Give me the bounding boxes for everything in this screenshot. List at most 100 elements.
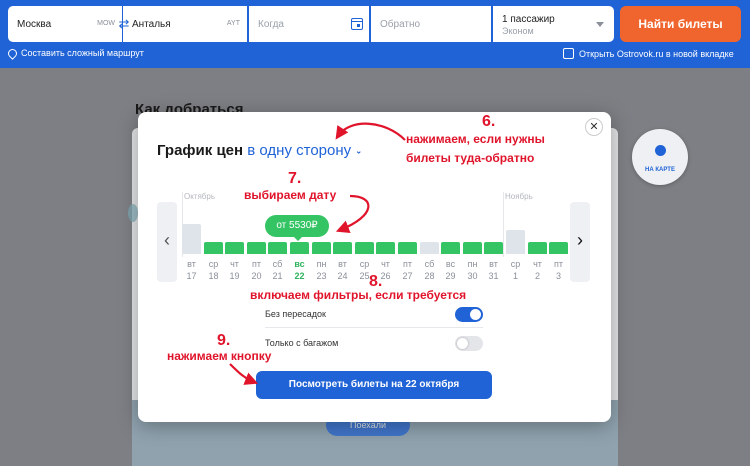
direction-toggle[interactable]: в одну сторону — [247, 142, 351, 159]
price-bar-26[interactable] — [376, 242, 395, 254]
filter-direct-label: Без пересадок — [265, 309, 326, 319]
globe-icon — [654, 145, 666, 156]
price-bar-31[interactable] — [484, 242, 503, 254]
day-of-week-label: вт — [338, 259, 347, 269]
day-of-month-label[interactable]: 22 — [290, 271, 309, 281]
price-bar-25[interactable] — [355, 242, 374, 254]
price-bar-30[interactable] — [463, 242, 482, 254]
day-of-week-label: пт — [252, 259, 261, 269]
search-bar: Москва MOW ⇄ Анталья AYT Когда Обратно 1… — [0, 0, 750, 68]
departure-date-placeholder: Когда — [258, 19, 284, 30]
class-value: Эконом — [502, 26, 534, 36]
passengers-select[interactable]: 1 пассажир Эконом — [493, 6, 614, 42]
complex-route-link[interactable]: Составить сложный маршрут — [6, 46, 144, 60]
price-bubble: от 5530₽ — [265, 215, 329, 241]
price-bar-1[interactable] — [506, 230, 525, 254]
toggle-knob — [470, 309, 481, 320]
annotation-7-number: 7. — [288, 170, 302, 187]
filter-baggage-toggle[interactable] — [455, 336, 483, 351]
from-value: Москва — [17, 19, 52, 30]
return-date-field[interactable]: Обратно — [371, 6, 491, 42]
day-of-month-label[interactable]: 19 — [225, 271, 244, 281]
annotation-6-text: нажимаем, если нужны билеты туда-обратно — [406, 132, 545, 165]
day-of-week-label: пн — [467, 259, 478, 269]
day-of-month-label[interactable]: 28 — [420, 271, 439, 281]
direction-chevron-icon[interactable]: ⌄ — [355, 147, 362, 156]
close-icon[interactable]: ✕ — [585, 118, 603, 136]
price-bar-28[interactable] — [420, 242, 439, 254]
day-of-month-label[interactable]: 30 — [463, 271, 482, 281]
modal-title: График цен в одну сторону ⌄ — [157, 142, 362, 159]
day-of-week-label: пн — [316, 259, 327, 269]
day-of-month-label[interactable]: 17 — [182, 271, 201, 281]
day-of-week-label: чт — [381, 259, 390, 269]
day-of-month-label[interactable]: 29 — [441, 271, 460, 281]
day-of-week-label: вт — [489, 259, 498, 269]
from-field[interactable]: Москва MOW — [8, 6, 122, 42]
ostrovok-checkbox-row[interactable]: Открыть Ostrovok.ru в новой вкладке — [563, 48, 734, 59]
price-bar-27[interactable] — [398, 242, 417, 254]
passengers-value: 1 пассажир — [502, 14, 555, 25]
day-of-week-label: чт — [533, 259, 542, 269]
ostrovok-checkbox[interactable] — [563, 48, 574, 59]
annotation-9-text: нажимаем кнопку — [167, 349, 272, 363]
from-code: MOW — [97, 20, 115, 27]
day-of-month-label[interactable]: 18 — [204, 271, 223, 281]
view-tickets-button[interactable]: Посмотреть билеты на 22 октября — [256, 371, 492, 399]
filter-direct-toggle[interactable] — [455, 307, 483, 322]
annotation-7-text: выбираем дату — [244, 188, 337, 202]
calendar-icon[interactable] — [351, 18, 363, 30]
month-label-october: Октябрь — [184, 192, 216, 201]
price-bar-2[interactable] — [528, 242, 547, 254]
to-code: AYT — [226, 20, 240, 27]
day-of-week-label: вт — [187, 259, 196, 269]
day-of-week-label: ср — [510, 259, 521, 269]
modal-title-text: График цен — [157, 142, 244, 159]
day-of-month-label[interactable]: 20 — [247, 271, 266, 281]
toggle-knob — [457, 338, 468, 349]
day-of-month-label[interactable]: 23 — [312, 271, 331, 281]
day-of-week-label: чт — [230, 259, 239, 269]
day-of-month-label[interactable]: 24 — [333, 271, 352, 281]
price-bar-23[interactable] — [312, 242, 331, 254]
price-bar-22[interactable] — [290, 242, 309, 254]
day-of-month-label[interactable]: 2 — [528, 271, 547, 281]
filter-direct-row[interactable]: Без пересадок — [265, 300, 483, 328]
price-bar-21[interactable] — [268, 242, 287, 254]
chevron-right-icon[interactable]: › — [570, 202, 590, 282]
day-of-week-label: пт — [403, 259, 412, 269]
map-button[interactable]: НА КАРТЕ — [632, 129, 688, 185]
day-of-month-label[interactable]: 3 — [549, 271, 568, 281]
price-bar-20[interactable] — [247, 242, 266, 254]
to-value: Анталья — [132, 19, 171, 30]
day-of-month-label[interactable]: 1 — [506, 271, 525, 281]
price-bar-19[interactable] — [225, 242, 244, 254]
chevron-down-icon — [596, 22, 604, 27]
departure-date-field[interactable]: Когда — [249, 6, 369, 42]
price-bar-18[interactable] — [204, 242, 223, 254]
day-of-week-label: ср — [208, 259, 219, 269]
price-bar-24[interactable] — [333, 242, 352, 254]
complex-route-label: Составить сложный маршрут — [21, 48, 144, 58]
day-of-week-label: сб — [424, 259, 435, 269]
day-of-month-label[interactable]: 27 — [398, 271, 417, 281]
annotation-9-number: 9. — [217, 332, 231, 349]
background-decoration — [128, 204, 138, 222]
day-of-week-label: ср — [359, 259, 370, 269]
price-bar-29[interactable] — [441, 242, 460, 254]
day-of-month-label[interactable]: 31 — [484, 271, 503, 281]
price-bar-17[interactable] — [182, 224, 201, 254]
chevron-left-icon[interactable]: ‹ — [157, 202, 177, 282]
annotation-8-text: включаем фильтры, если требуется — [250, 288, 467, 302]
filter-baggage-row[interactable]: Только с багажом — [265, 329, 483, 357]
filter-baggage-label: Только с багажом — [265, 338, 339, 348]
day-of-week-label: вс — [445, 259, 456, 269]
day-of-week-label: пт — [554, 259, 563, 269]
route-icon — [6, 46, 19, 60]
return-date-placeholder: Обратно — [380, 19, 421, 30]
day-of-month-label[interactable]: 21 — [268, 271, 287, 281]
price-bar-3[interactable] — [549, 242, 568, 254]
swap-icon[interactable]: ⇄ — [118, 14, 130, 34]
to-field[interactable]: Анталья AYT — [123, 6, 247, 42]
find-tickets-button[interactable]: Найти билеты — [620, 6, 741, 42]
